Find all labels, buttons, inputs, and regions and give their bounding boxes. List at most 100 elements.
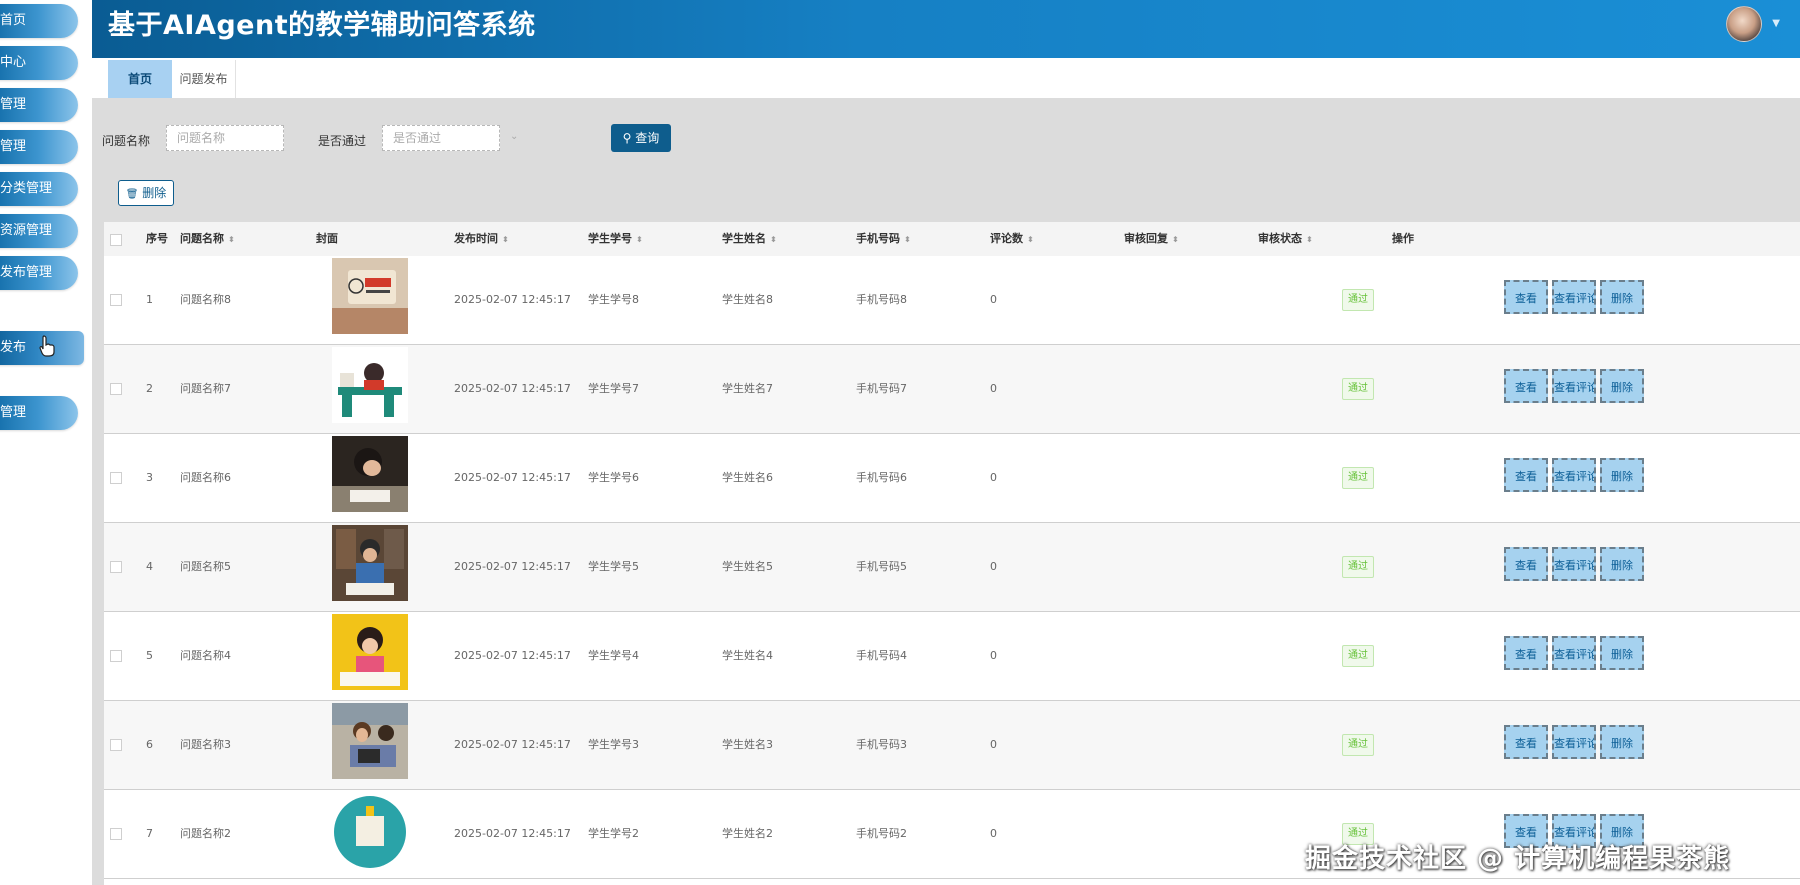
sort-icon[interactable]: ⬍ bbox=[904, 235, 911, 244]
delete-button[interactable]: 删除 bbox=[1600, 369, 1644, 403]
app-title: 基于AIAgent的教学辅助问答系统 bbox=[108, 10, 536, 41]
col-student-id-label: 学生学号 bbox=[588, 232, 632, 245]
row-comments: 0 bbox=[990, 382, 997, 395]
tab-question-publish[interactable]: 问题发布 bbox=[172, 60, 236, 98]
delete-button[interactable]: 删除 bbox=[1600, 280, 1644, 314]
content-area: 问题名称 问题名称 是否通过 是否通过 ⌄ ⚲ 查询 🗑 删除 序号 问题名称 ⬍… bbox=[92, 98, 1800, 885]
status-badge: 通过 bbox=[1342, 378, 1374, 400]
row-student-id: 学生学号5 bbox=[588, 560, 639, 573]
table-row: 3 问题名称6 2025-02-07 12:45:17 学生学号6 学生姓名6 … bbox=[104, 434, 1800, 523]
sidebar: 首页 中心 管理 管理 分类管理 资源管理 发布管理 发布 管理 bbox=[0, 0, 92, 885]
sidebar-item-home[interactable]: 首页 bbox=[0, 4, 78, 38]
delete-button[interactable]: 删除 bbox=[1600, 725, 1644, 759]
view-button[interactable]: 查看 bbox=[1504, 369, 1548, 403]
col-comments[interactable]: 评论数 ⬍ bbox=[990, 222, 1034, 256]
row-student-name: 学生姓名2 bbox=[722, 827, 773, 840]
delete-button[interactable]: 删除 bbox=[1600, 547, 1644, 581]
delete-button[interactable]: 删除 bbox=[1600, 458, 1644, 492]
view-comments-button[interactable]: 查看评论 bbox=[1552, 458, 1596, 492]
row-checkbox[interactable] bbox=[110, 383, 122, 395]
is-passed-select[interactable]: 是否通过 bbox=[382, 125, 500, 151]
row-checkbox[interactable] bbox=[110, 828, 122, 840]
table-row: 6 问题名称3 2025-02-07 12:45:17 学生学号3 学生姓名3 … bbox=[104, 701, 1800, 790]
sort-icon[interactable]: ⬍ bbox=[502, 235, 509, 244]
sidebar-item-center[interactable]: 中心 bbox=[0, 46, 78, 80]
row-checkbox[interactable] bbox=[110, 739, 122, 751]
view-comments-button[interactable]: 查看评论 bbox=[1552, 547, 1596, 581]
watermark: 掘金技术社区 @ 计算机编程果茶熊 bbox=[1305, 844, 1731, 874]
delete-button-label: 删除 bbox=[142, 186, 167, 200]
sort-icon[interactable]: ⬍ bbox=[1306, 235, 1313, 244]
col-time[interactable]: 发布时间 ⬍ bbox=[454, 222, 509, 256]
row-name: 问题名称3 bbox=[180, 738, 231, 751]
is-passed-label: 是否通过 bbox=[318, 134, 367, 148]
col-name[interactable]: 问题名称 ⬍ bbox=[180, 222, 235, 256]
row-checkbox[interactable] bbox=[110, 472, 122, 484]
view-comments-button[interactable]: 查看评论 bbox=[1552, 280, 1596, 314]
cover-image[interactable] bbox=[332, 792, 408, 868]
view-comments-button[interactable]: 查看评论 bbox=[1552, 636, 1596, 670]
row-comments: 0 bbox=[990, 649, 997, 662]
view-comments-button[interactable]: 查看评论 bbox=[1552, 725, 1596, 759]
row-comments: 0 bbox=[990, 738, 997, 751]
row-time: 2025-02-07 12:45:17 bbox=[454, 738, 571, 751]
view-button[interactable]: 查看 bbox=[1504, 458, 1548, 492]
query-button[interactable]: ⚲ 查询 bbox=[611, 124, 671, 152]
chevron-down-icon[interactable]: ⌄ bbox=[510, 131, 518, 142]
sidebar-item-manage-3[interactable]: 管理 bbox=[0, 396, 78, 430]
col-name-label: 问题名称 bbox=[180, 232, 224, 245]
col-index: 序号 bbox=[146, 232, 168, 245]
row-name: 问题名称8 bbox=[180, 293, 231, 306]
sort-icon[interactable]: ⬍ bbox=[228, 235, 235, 244]
row-checkbox[interactable] bbox=[110, 294, 122, 306]
query-button-label: 查询 bbox=[635, 131, 660, 145]
col-reply-label: 审核回复 bbox=[1124, 232, 1168, 245]
sidebar-item-manage-2[interactable]: 管理 bbox=[0, 130, 78, 164]
cover-image[interactable] bbox=[332, 258, 408, 334]
sidebar-item-resource-manage[interactable]: 资源管理 bbox=[0, 214, 78, 248]
view-button[interactable]: 查看 bbox=[1504, 725, 1548, 759]
caret-down-icon[interactable]: ▼ bbox=[1772, 18, 1780, 29]
cover-image[interactable] bbox=[332, 614, 408, 690]
select-all-checkbox[interactable] bbox=[110, 234, 122, 246]
question-name-input[interactable]: 问题名称 bbox=[166, 125, 284, 151]
view-button[interactable]: 查看 bbox=[1504, 547, 1548, 581]
col-cover: 封面 bbox=[316, 232, 338, 245]
cover-image[interactable] bbox=[332, 347, 408, 423]
sidebar-item-category-manage[interactable]: 分类管理 bbox=[0, 172, 78, 206]
col-phone[interactable]: 手机号码 ⬍ bbox=[856, 222, 911, 256]
view-button[interactable]: 查看 bbox=[1504, 280, 1548, 314]
row-checkbox[interactable] bbox=[110, 650, 122, 662]
status-badge: 通过 bbox=[1342, 734, 1374, 756]
row-time: 2025-02-07 12:45:17 bbox=[454, 649, 571, 662]
cover-image[interactable] bbox=[332, 703, 408, 779]
view-button[interactable]: 查看 bbox=[1504, 636, 1548, 670]
cover-image[interactable] bbox=[332, 525, 408, 601]
batch-delete-button[interactable]: 🗑 删除 bbox=[118, 180, 174, 206]
sort-icon[interactable]: ⬍ bbox=[770, 235, 777, 244]
status-badge: 通过 bbox=[1342, 467, 1374, 489]
row-student-name: 学生姓名4 bbox=[722, 649, 773, 662]
col-student-name[interactable]: 学生姓名 ⬍ bbox=[722, 222, 777, 256]
view-comments-button[interactable]: 查看评论 bbox=[1552, 369, 1596, 403]
row-name: 问题名称2 bbox=[180, 827, 231, 840]
row-student-id: 学生学号7 bbox=[588, 382, 639, 395]
sidebar-item-publish-manage[interactable]: 发布管理 bbox=[0, 256, 78, 290]
sidebar-item-manage-1[interactable]: 管理 bbox=[0, 88, 78, 122]
col-status[interactable]: 审核状态 ⬍ bbox=[1258, 222, 1313, 256]
row-checkbox[interactable] bbox=[110, 561, 122, 573]
user-avatar[interactable] bbox=[1726, 6, 1762, 42]
row-index: 3 bbox=[146, 471, 153, 484]
delete-button[interactable]: 删除 bbox=[1600, 636, 1644, 670]
sort-icon[interactable]: ⬍ bbox=[1027, 235, 1034, 244]
col-reply[interactable]: 审核回复 ⬍ bbox=[1124, 222, 1179, 256]
tab-home[interactable]: 首页 bbox=[108, 60, 172, 98]
sort-icon[interactable]: ⬍ bbox=[1172, 235, 1179, 244]
status-badge: 通过 bbox=[1342, 289, 1374, 311]
sort-icon[interactable]: ⬍ bbox=[636, 235, 643, 244]
row-phone: 手机号码6 bbox=[856, 471, 907, 484]
question-name-label: 问题名称 bbox=[102, 134, 151, 148]
header: 基于AIAgent的教学辅助问答系统 ▼ bbox=[92, 0, 1800, 58]
col-student-id[interactable]: 学生学号 ⬍ bbox=[588, 222, 643, 256]
cover-image[interactable] bbox=[332, 436, 408, 512]
